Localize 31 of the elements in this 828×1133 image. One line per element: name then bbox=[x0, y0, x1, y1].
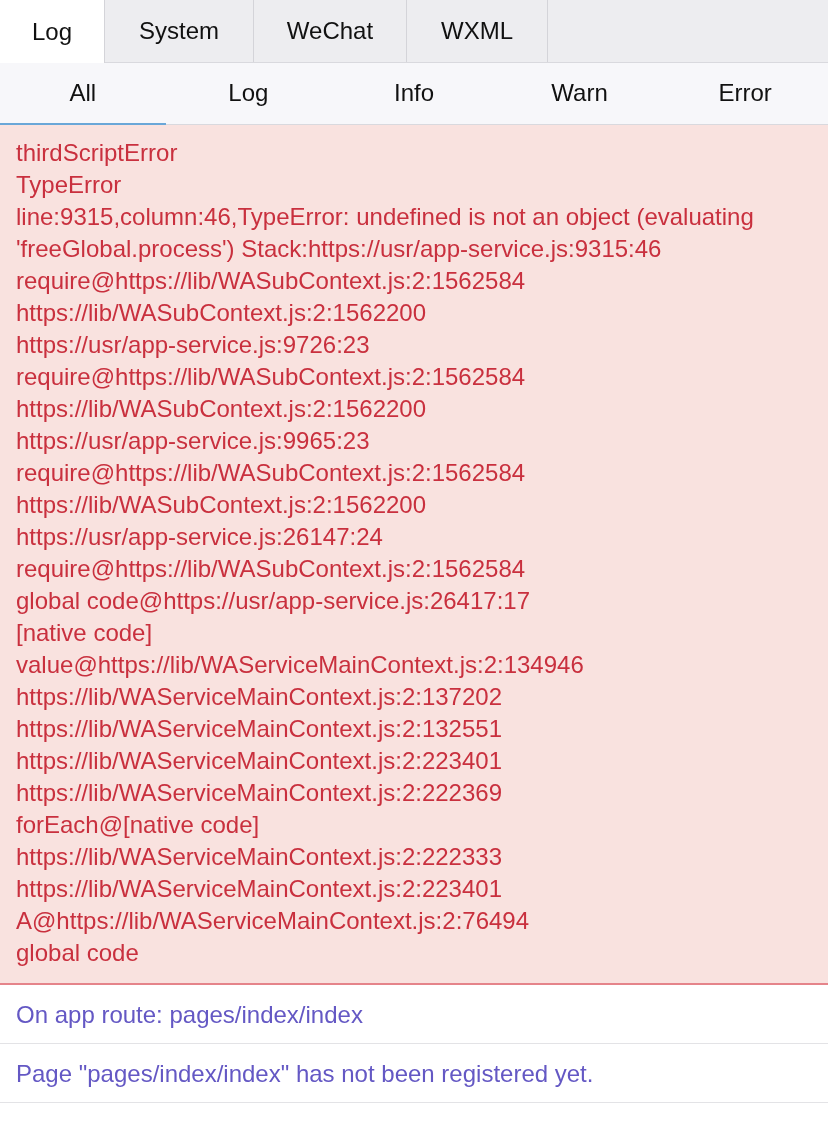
log-line: global code bbox=[16, 938, 140, 968]
log-line: Page "pages/index/index" has not been registered yet. bbox=[16, 1059, 595, 1089]
log-line: https://lib/WAServiceMainContext.js:2:132551 bbox=[16, 714, 503, 744]
log-line: https://lib/WASubContext.js:2:1562200 bbox=[16, 490, 427, 520]
log-line: On app route: pages/index/index bbox=[16, 1000, 364, 1030]
log-line: thirdScriptError bbox=[16, 138, 179, 168]
filter-tab[interactable]: Warn bbox=[496, 63, 663, 125]
log-line: value@https://lib/WAServiceMainContext.js:2:134946 bbox=[16, 650, 585, 680]
filter-tab[interactable]: Info bbox=[331, 63, 497, 125]
log-line: https://lib/WAServiceMainContext.js:2:223401 bbox=[16, 874, 503, 904]
log-line: global code@https://usr/app-service.js:26417:17 bbox=[16, 586, 531, 616]
tab[interactable]: Log bbox=[0, 0, 105, 63]
log-line: https://usr/app-service.js:9965:23 bbox=[16, 426, 371, 456]
filter-tab[interactable]: Error bbox=[662, 63, 828, 125]
log-line: [native code] bbox=[16, 618, 154, 648]
log-line: https://lib/WAServiceMainContext.js:2:222369 bbox=[16, 778, 503, 808]
log-line: https://lib/WAServiceMainContext.js:2:223401 bbox=[16, 746, 503, 776]
log-line: A@https://lib/WAServiceMainContext.js:2:76494 bbox=[16, 906, 531, 936]
log-line: https://lib/WASubContext.js:2:1562200 bbox=[16, 298, 427, 328]
log-line: https://lib/WAServiceMainContext.js:2:137202 bbox=[16, 682, 503, 712]
log-line: https://usr/app-service.js:9726:23 bbox=[16, 330, 371, 360]
log-line: require@https://lib/WASubContext.js:2:1562584 bbox=[16, 458, 527, 488]
log-line: https://usr/app-service.js:26147:24 bbox=[16, 522, 384, 552]
log-line: require@https://lib/WASubContext.js:2:1562584 bbox=[16, 554, 527, 584]
log-line: https://lib/WAServiceMainContext.js:2:222333 bbox=[16, 842, 503, 872]
filter-tab[interactable]: Log bbox=[165, 63, 332, 125]
log-line: https://lib/WASubContext.js:2:1562200 bbox=[16, 394, 427, 424]
log-line: forEach@[native code] bbox=[16, 810, 261, 840]
log-line: require@https://lib/WASubContext.js:2:1562584 bbox=[16, 266, 527, 296]
log-line: require@https://lib/WASubContext.js:2:1562584 bbox=[16, 362, 527, 392]
log-line: TypeError bbox=[16, 170, 123, 200]
